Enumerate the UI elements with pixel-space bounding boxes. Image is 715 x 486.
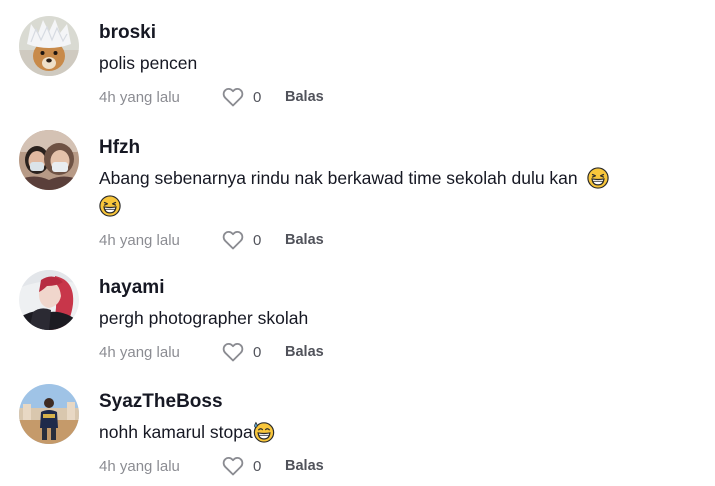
- grinning-face-with-sweat-icon: [253, 421, 275, 443]
- comment-username[interactable]: SyazTheBoss: [99, 390, 699, 414]
- grinning-squinting-face-icon: [587, 167, 609, 189]
- reply-button[interactable]: Balas: [285, 89, 324, 105]
- comment-time: 4h yang lalu: [99, 88, 180, 106]
- reply-button[interactable]: Balas: [285, 232, 324, 248]
- comment-time: 4h yang lalu: [99, 457, 180, 475]
- user-avatar[interactable]: [19, 16, 79, 76]
- two-people-masks-avatar-icon: [19, 130, 79, 190]
- reply-button[interactable]: Balas: [285, 344, 324, 360]
- comment-meta: 4h yang lalu 0 Balas: [99, 228, 699, 252]
- heart-icon[interactable]: [221, 454, 245, 478]
- comment-text-content: Abang sebenarnya rindu nak berkawad time…: [99, 168, 578, 188]
- comment-body: broski polis pencen 4h yang lalu 0 Balas: [99, 21, 699, 109]
- like-button[interactable]: 0: [221, 340, 285, 364]
- user-avatar[interactable]: [19, 270, 79, 330]
- user-avatar[interactable]: [19, 384, 79, 444]
- like-count: 0: [253, 88, 262, 106]
- comment-time: 4h yang lalu: [99, 231, 180, 249]
- comment-meta: 4h yang lalu 0 Balas: [99, 454, 699, 478]
- comment-body: SyazTheBoss nohh kamarul stopa 4h yang l…: [99, 390, 699, 478]
- heart-icon[interactable]: [221, 228, 245, 252]
- comment-body: hayami pergh photographer skolah 4h yang…: [99, 276, 699, 364]
- comment-username[interactable]: hayami: [99, 276, 699, 300]
- comment-text: Abang sebenarnya rindu nak berkawad time…: [99, 164, 699, 220]
- comment-body: Hfzh Abang sebenarnya rindu nak berkawad…: [99, 136, 699, 252]
- dog-white-hair-avatar-icon: [19, 16, 79, 76]
- comment-username[interactable]: broski: [99, 21, 699, 45]
- like-button[interactable]: 0: [221, 454, 285, 478]
- comment-text-content: pergh photographer skolah: [99, 308, 309, 328]
- comment-meta: 4h yang lalu 0 Balas: [99, 85, 699, 109]
- comment-time: 4h yang lalu: [99, 343, 180, 361]
- grinning-squinting-face-icon: [99, 195, 121, 217]
- user-avatar[interactable]: [19, 130, 79, 190]
- comment-text-content: polis pencen: [99, 53, 198, 73]
- reply-button[interactable]: Balas: [285, 458, 324, 474]
- like-count: 0: [253, 231, 262, 249]
- like-button[interactable]: 0: [221, 85, 285, 109]
- heart-icon[interactable]: [221, 85, 245, 109]
- comment-meta: 4h yang lalu 0 Balas: [99, 340, 699, 364]
- like-count: 0: [253, 343, 262, 361]
- like-button[interactable]: 0: [221, 228, 285, 252]
- person-outdoor-avatar-icon: [19, 384, 79, 444]
- red-hair-anime-avatar-icon: [19, 270, 79, 330]
- comment-text: polis pencen: [99, 49, 699, 77]
- comment-text: pergh photographer skolah: [99, 304, 699, 332]
- comment-text-content: nohh kamarul stopa: [99, 422, 253, 442]
- heart-icon[interactable]: [221, 340, 245, 364]
- comment-username[interactable]: Hfzh: [99, 136, 699, 160]
- comment-text: nohh kamarul stopa: [99, 418, 699, 446]
- like-count: 0: [253, 457, 262, 475]
